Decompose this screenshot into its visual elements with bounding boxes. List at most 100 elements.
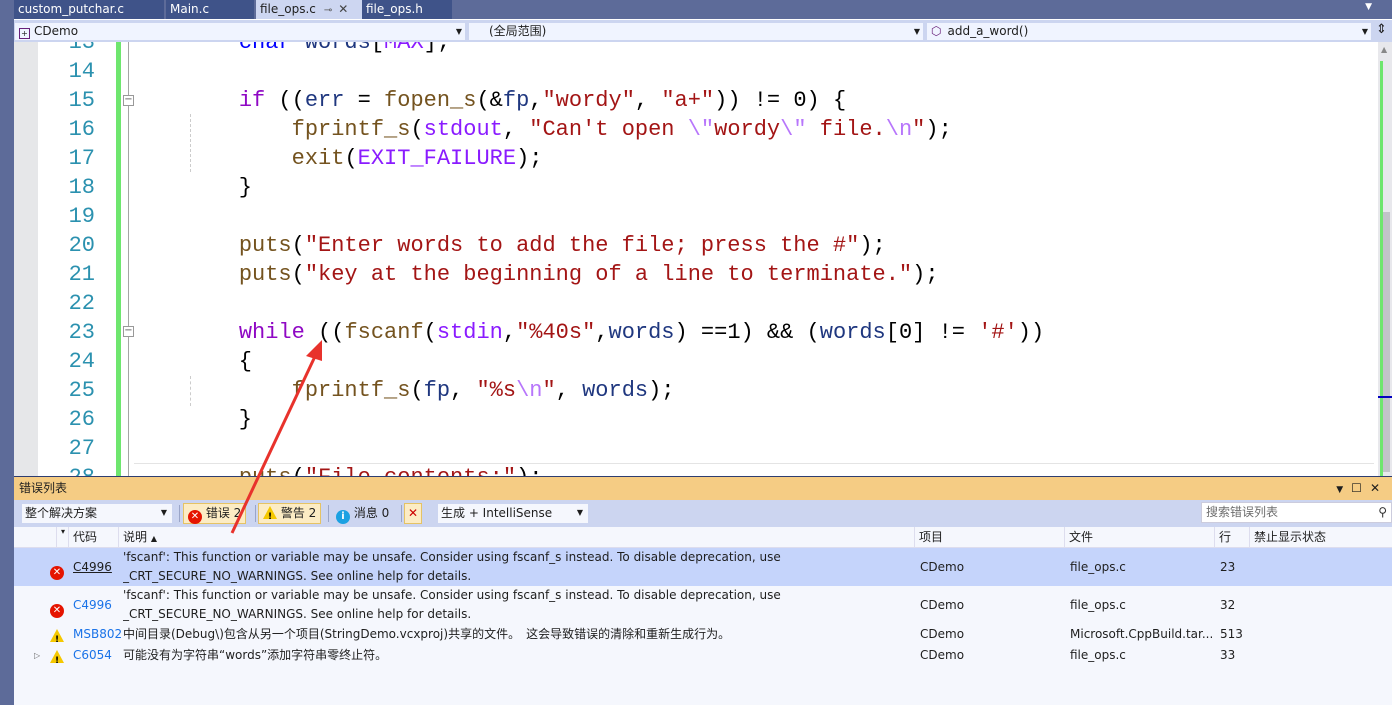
error-line: 32 bbox=[1220, 597, 1236, 612]
code-line[interactable]: 23 while ((fscanf(stdin,"%40s",words) ==… bbox=[14, 318, 1374, 347]
code-line[interactable]: 27 bbox=[14, 434, 1374, 463]
code-editor[interactable]: − − 13 char words[MAX]; 14 15 if ((err = f… bbox=[14, 42, 1378, 476]
code-token: = bbox=[344, 88, 385, 113]
code-line[interactable]: 28 puts("File contents:"); bbox=[14, 463, 1374, 476]
document-tabs: custom_putchar.c Main.c file_ops.c ⊸ ✕ fil… bbox=[14, 0, 1392, 19]
dropdown-icon[interactable]: ▼ bbox=[1336, 485, 1351, 495]
code-token: ) ==1) && ( bbox=[674, 320, 820, 345]
column-suppression[interactable]: 禁止显示状态 bbox=[1249, 527, 1375, 548]
navigation-bar: + CDemo ▼ (全局范围) ▼ ⬡ add_a_word() ▼ ⇕ bbox=[14, 20, 1392, 42]
tab-main[interactable]: Main.c bbox=[166, 0, 254, 19]
code-token: EXIT_FAILURE bbox=[357, 146, 517, 171]
error-description: 可能没有为字符串“words”添加字符串零终止符。 bbox=[123, 648, 388, 662]
error-search-input[interactable]: 搜索错误列表 ⚲ bbox=[1201, 502, 1392, 523]
split-window-icon[interactable]: ⇕ bbox=[1376, 22, 1387, 37]
code-token: \" bbox=[687, 117, 715, 142]
code-line[interactable]: 25 fprintf_s(fp, "%s\n", words); bbox=[14, 376, 1374, 405]
errors-filter-button[interactable]: ✕ 错误 2 bbox=[183, 503, 247, 524]
error-code-link[interactable]: MSB802 bbox=[73, 625, 122, 644]
code-line[interactable]: 22 bbox=[14, 289, 1374, 318]
line-number: 28 bbox=[38, 463, 95, 476]
project-dropdown[interactable]: + CDemo ▼ bbox=[14, 22, 466, 41]
code-token: } bbox=[186, 175, 253, 200]
code-token: " bbox=[542, 378, 556, 403]
code-token: [ bbox=[370, 42, 385, 55]
code-line[interactable]: 18 } bbox=[14, 173, 1374, 202]
function-dropdown[interactable]: ⬡ add_a_word() ▼ bbox=[926, 22, 1372, 41]
close-icon[interactable]: ✕ bbox=[338, 2, 348, 16]
column-description[interactable]: 说明 ▲ bbox=[118, 527, 914, 548]
tab-list-dropdown-icon[interactable]: ▼ bbox=[1365, 2, 1372, 12]
scope-dropdown[interactable]: (全局范围) ▼ bbox=[468, 22, 924, 41]
code-line[interactable]: 21 puts("key at the beginning of a line … bbox=[14, 260, 1374, 289]
code-line[interactable]: 13 char words[MAX]; bbox=[14, 42, 1374, 57]
error-row[interactable]: ✕ C4996 'fscanf': This function or variabl… bbox=[14, 548, 1392, 586]
code-token: ); bbox=[912, 262, 939, 287]
panel-title: 错误列表 bbox=[19, 481, 68, 495]
error-row[interactable]: ▷! C6054 可能没有为字符串“words”添加字符串零终止符。 CDemo fil… bbox=[14, 645, 1392, 666]
error-code-link[interactable]: C4996 bbox=[73, 558, 112, 577]
messages-filter-button[interactable]: i 消息 0 bbox=[331, 503, 394, 524]
code-token: "Enter words to add the file; press the … bbox=[304, 233, 860, 258]
code-token: \n bbox=[885, 117, 913, 142]
build-source-dropdown[interactable]: 生成 + IntelliSense ▼ bbox=[438, 504, 588, 523]
code-token: )) bbox=[1017, 320, 1045, 345]
clear-filter-icon[interactable]: ✕ bbox=[404, 503, 423, 524]
error-file: file_ops.c bbox=[1070, 597, 1126, 612]
error-icon: ✕ bbox=[50, 565, 64, 580]
warnings-filter-button[interactable]: ! 警告 2 bbox=[258, 503, 322, 524]
error-code-link[interactable]: C4996 bbox=[73, 596, 112, 615]
column-file[interactable]: 文件 bbox=[1064, 527, 1214, 548]
code-token: ( bbox=[410, 117, 424, 142]
column-line[interactable]: 行 bbox=[1214, 527, 1249, 548]
column-code[interactable]: 代码 bbox=[68, 527, 120, 548]
code-token: words bbox=[582, 378, 649, 403]
column-project[interactable]: 项目 bbox=[914, 527, 1064, 548]
warning-icon: ! bbox=[263, 506, 277, 522]
code-line[interactable]: 26 } bbox=[14, 405, 1374, 434]
code-token: fp bbox=[502, 88, 530, 113]
code-line[interactable]: 24 { bbox=[14, 347, 1374, 376]
code-line[interactable]: 16 fprintf_s(stdout, "Can't open \"wordy… bbox=[14, 115, 1374, 144]
error-line: 513 bbox=[1220, 627, 1243, 641]
code-token: , bbox=[595, 320, 609, 345]
warning-icon: ! bbox=[50, 650, 64, 666]
pin-icon[interactable]: ⊸ bbox=[324, 5, 332, 16]
code-token: ( bbox=[423, 320, 437, 345]
code-token: ( bbox=[291, 262, 305, 287]
tab-file-ops-h[interactable]: file_ops.h bbox=[362, 0, 452, 19]
error-line: 23 bbox=[1220, 559, 1236, 574]
scroll-up-icon[interactable]: ▲ bbox=[1381, 45, 1387, 54]
scope-filter-dropdown[interactable]: 整个解决方案 ▼ bbox=[22, 504, 172, 523]
code-line[interactable]: 19 bbox=[14, 202, 1374, 231]
code-token: , bbox=[450, 378, 477, 403]
error-row[interactable]: ! MSB802 中间目录(Debug\)包含从另一个项目(StringDemo.v… bbox=[14, 624, 1392, 645]
error-code-link[interactable]: C6054 bbox=[73, 646, 112, 665]
divider bbox=[179, 505, 180, 522]
left-tool-strip[interactable] bbox=[0, 0, 14, 705]
vertical-scrollbar[interactable]: ▲ bbox=[1378, 42, 1392, 476]
error-project: CDemo bbox=[920, 648, 965, 662]
expand-icon[interactable]: ▷ bbox=[34, 646, 40, 665]
error-row[interactable]: ✕ C4996 'fscanf': This function or variabl… bbox=[14, 586, 1392, 624]
code-token: "Can't open bbox=[529, 117, 688, 142]
tab-file-ops-c[interactable]: file_ops.c ⊸ ✕ bbox=[256, 0, 362, 19]
code-line[interactable]: 20 puts("Enter words to add the file; pr… bbox=[14, 231, 1374, 260]
code-token: fp bbox=[423, 378, 451, 403]
code-token: )) != 0) { bbox=[714, 88, 847, 113]
tab-custom-putchar[interactable]: custom_putchar.c bbox=[14, 0, 164, 19]
code-line[interactable]: 15 if ((err = fopen_s(&fp,"wordy", "a+")… bbox=[14, 86, 1374, 115]
chevron-down-icon: ▼ bbox=[1361, 27, 1368, 36]
code-line[interactable]: 14 bbox=[14, 57, 1374, 86]
close-icon[interactable]: ✕ bbox=[1370, 481, 1388, 495]
search-icon[interactable]: ⚲ bbox=[1378, 503, 1387, 522]
change-marker bbox=[1380, 61, 1383, 476]
code-token: , bbox=[502, 117, 530, 142]
code-line[interactable]: 17 exit(EXIT_FAILURE); bbox=[14, 144, 1374, 173]
maximize-icon[interactable]: ☐ bbox=[1351, 481, 1370, 495]
